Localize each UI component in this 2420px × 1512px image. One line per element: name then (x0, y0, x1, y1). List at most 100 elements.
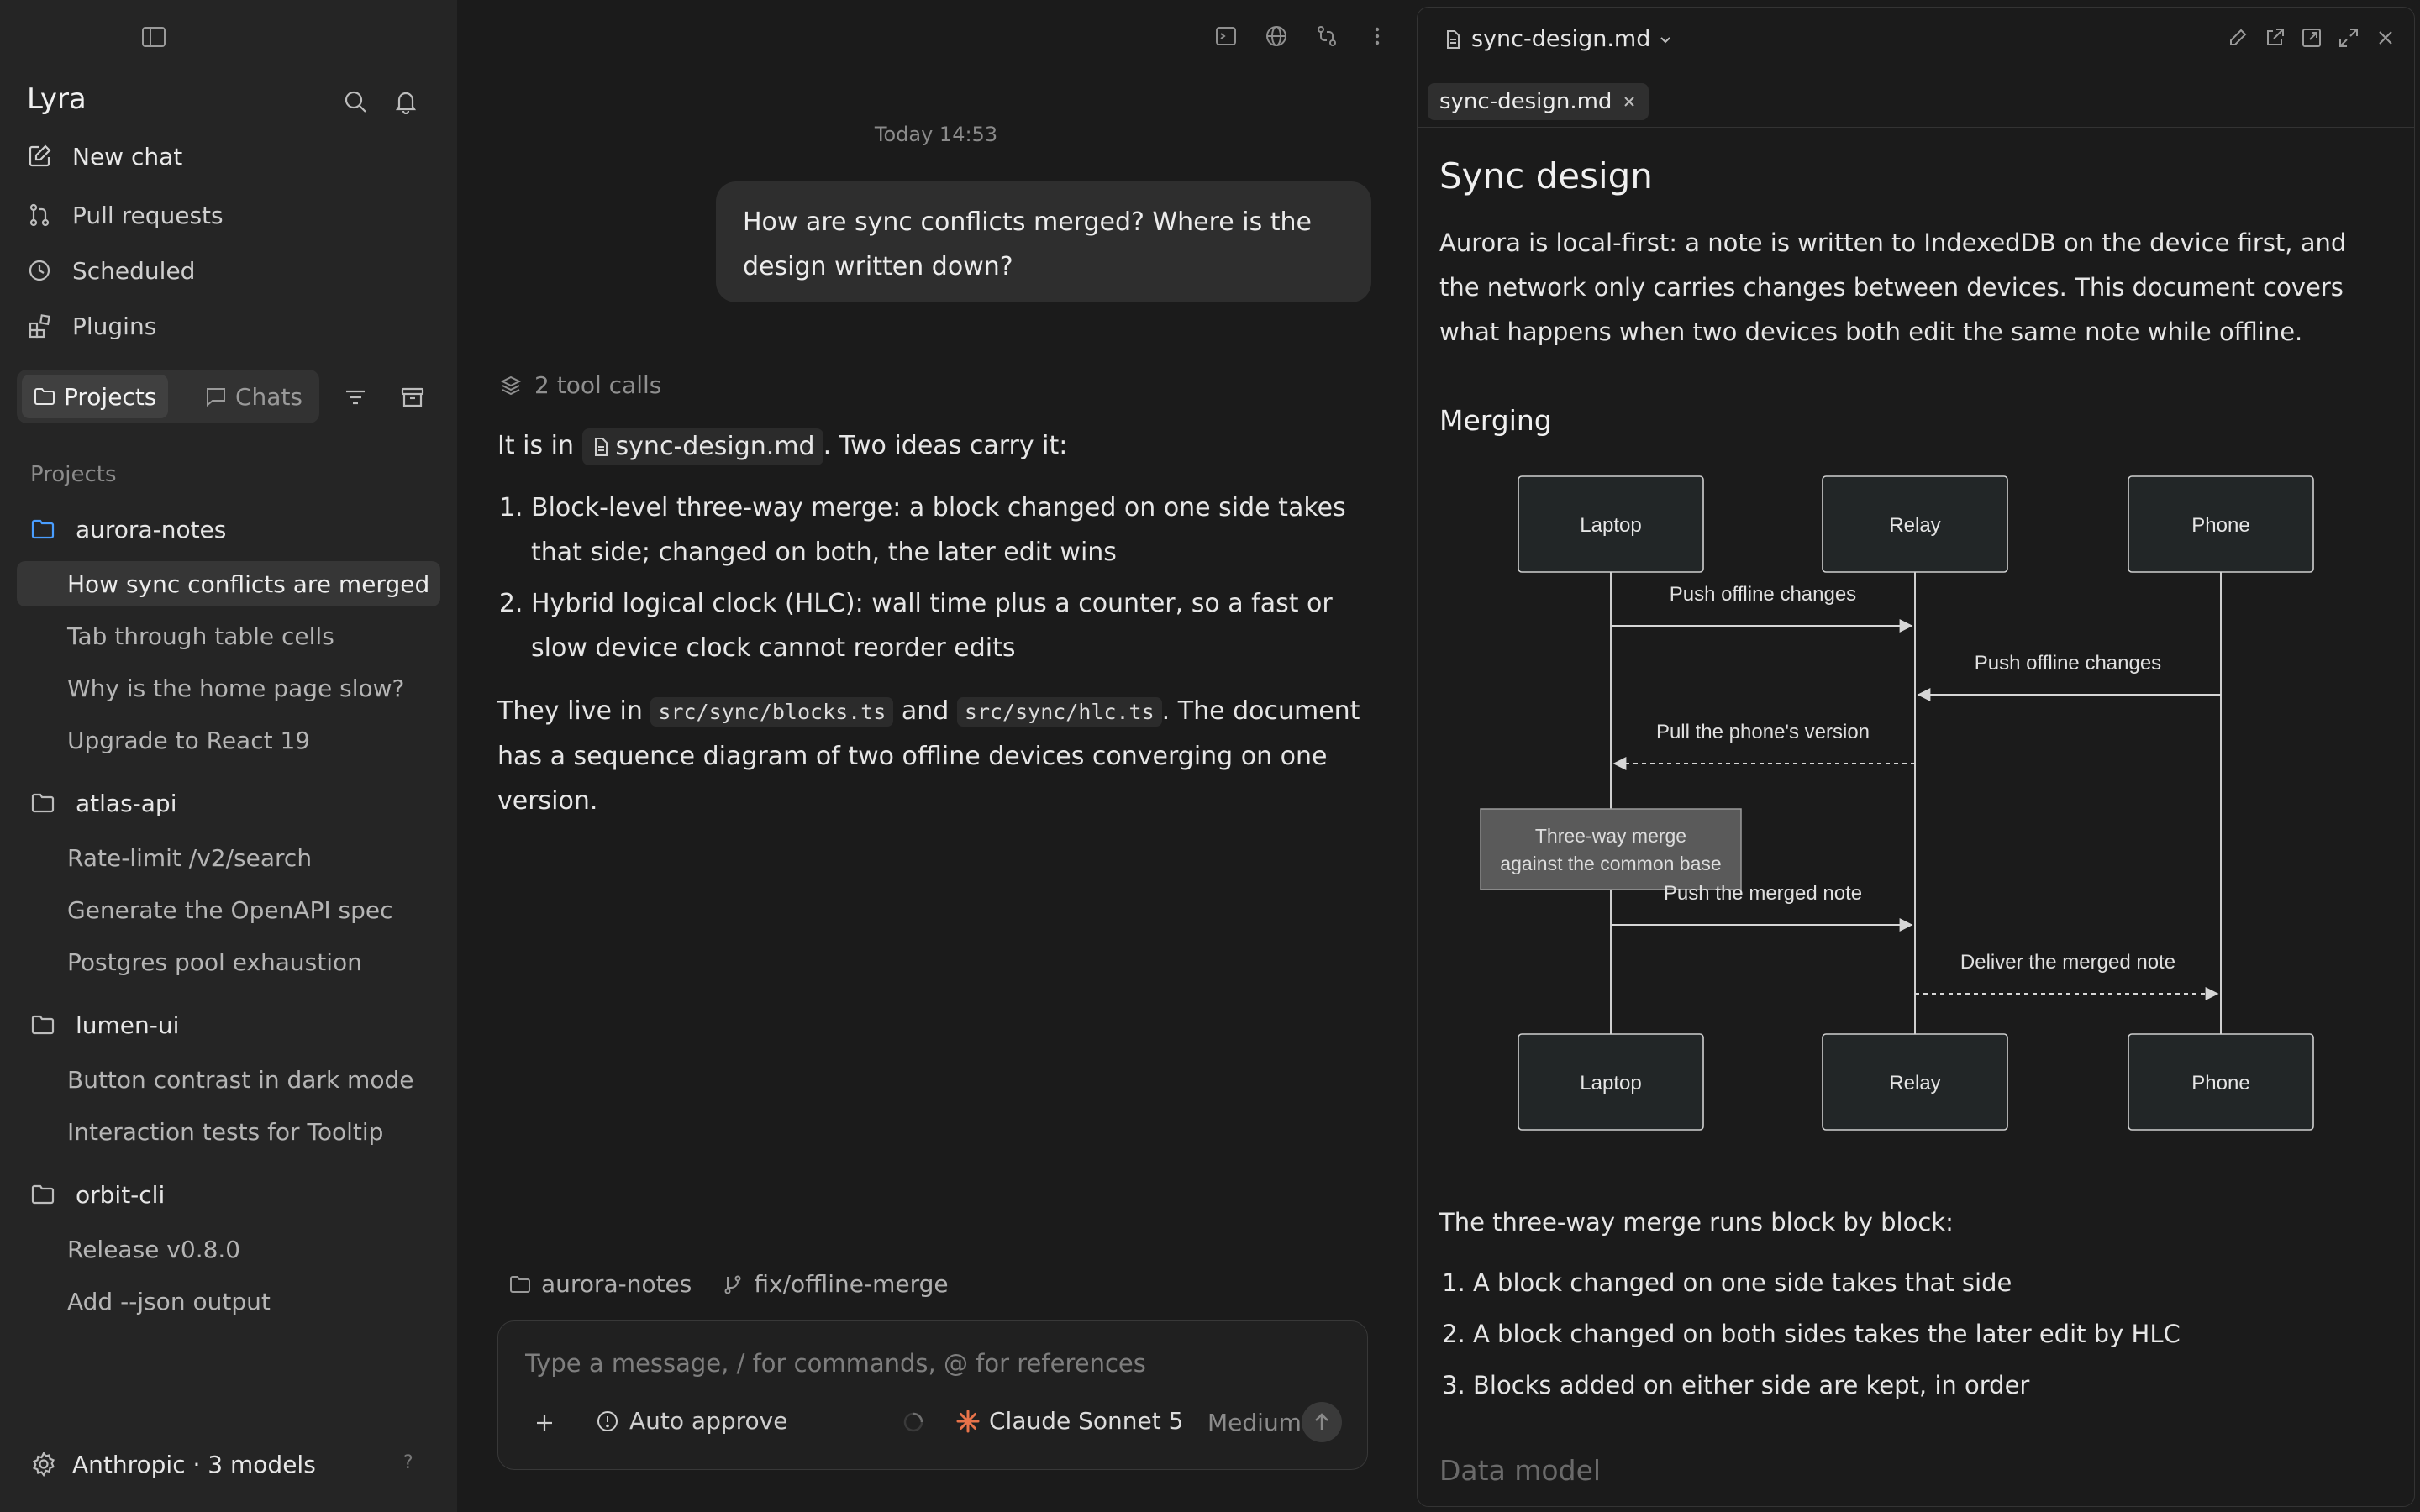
user-message: How are sync conflicts merged? Where is … (716, 181, 1371, 302)
help-button[interactable]: ? (403, 1452, 413, 1473)
chat-title: Why is the home page slow? (67, 674, 405, 702)
tool-calls-label: 2 tool calls (534, 371, 662, 399)
chat-item[interactable]: Generate the OpenAPI spec (17, 887, 440, 932)
answer-text: . Two ideas carry it: (823, 431, 1068, 460)
tab-projects[interactable]: Projects (22, 375, 169, 418)
answer-point: Hybrid logical clock (HLC): wall time pl… (531, 581, 1380, 670)
doc-title: Sync design (1439, 155, 1653, 197)
context-row: aurora-notes fix/offline-merge (509, 1270, 979, 1298)
chat-title: Tab through table cells (67, 622, 334, 650)
tool-calls-toggle[interactable]: 2 tool calls (499, 371, 661, 399)
file-reference-chip[interactable]: sync-design.md (581, 428, 823, 465)
file-icon (591, 437, 611, 457)
file-icon (1443, 29, 1463, 50)
folder-icon (509, 1273, 531, 1295)
code-path: src/sync/hlc.ts (956, 697, 1162, 727)
context-branch[interactable]: fix/offline-merge (754, 1270, 948, 1298)
code-path: src/sync/blocks.ts (650, 697, 894, 727)
note-box (1480, 808, 1742, 890)
git-compare-icon[interactable] (1314, 24, 1339, 49)
sidebar: Lyra New chat Pull requests Scheduled Pl… (0, 0, 457, 1512)
send-button[interactable] (1302, 1402, 1342, 1442)
chat-item[interactable]: Tab through table cells (17, 613, 440, 659)
message-label: Deliver the merged note (1960, 951, 2175, 974)
answer-text: It is in (497, 431, 574, 460)
auto-approve-label: Auto approve (629, 1407, 788, 1435)
chat-item[interactable]: Why is the home page slow? (17, 665, 440, 711)
chat-item[interactable]: Add --json output (17, 1278, 440, 1324)
doc-merge-rule: Blocks added on either side are kept, in… (1473, 1360, 2381, 1411)
model-selector[interactable]: Claude Sonnet 5 (955, 1407, 1183, 1435)
close-tab-icon[interactable] (1622, 94, 1637, 109)
filter-icon[interactable] (343, 385, 368, 410)
project-name: orbit-cli (76, 1180, 166, 1209)
project-atlas-api[interactable]: atlas-api (30, 786, 176, 820)
layers-icon (499, 374, 523, 397)
open-external-icon[interactable] (2263, 26, 2286, 50)
pencil-icon[interactable] (2226, 26, 2249, 50)
chat-item[interactable]: Rate-limit /v2/search (17, 835, 440, 880)
chat-item[interactable]: Release v0.8.0 (17, 1226, 440, 1272)
tab-chats[interactable]: Chats (193, 375, 314, 418)
doc-intro-block: Aurora is local-first: a note is written… (1439, 221, 2381, 354)
doc-filename: sync-design.md (1471, 26, 1651, 52)
chat-title: How sync conflicts are merged (67, 570, 430, 598)
message-input[interactable] (525, 1340, 1332, 1387)
message-timestamp: Today 14:53 (874, 123, 998, 146)
expand-icon[interactable] (2337, 26, 2360, 50)
doc-merge-rules: A block changed on one side takes that s… (1439, 1257, 2381, 1411)
sidebar-toggle-icon[interactable] (141, 25, 166, 49)
chat-title: Interaction tests for Tooltip (67, 1117, 384, 1146)
more-vertical-icon[interactable] (1365, 24, 1390, 49)
project-orbit-cli[interactable]: orbit-cli (30, 1178, 165, 1211)
chat-item[interactable]: Interaction tests for Tooltip (17, 1109, 440, 1154)
close-icon[interactable] (2374, 26, 2397, 50)
nav-pull-requests[interactable]: Pull requests (27, 197, 224, 234)
doc-merge-rule: A block changed on both sides takes the … (1473, 1309, 2381, 1360)
plugins-icon (27, 313, 52, 339)
doc-section-merging: Merging (1439, 404, 2381, 437)
tab-label: Chats (235, 382, 303, 411)
context-project[interactable]: aurora-notes (541, 1270, 692, 1298)
effort-selector[interactable]: Medium (1207, 1409, 1302, 1436)
doc-merge-intro-block: The three-way merge runs block by block: (1439, 1200, 2381, 1245)
auto-approve-toggle[interactable]: Auto approve (596, 1407, 787, 1435)
nav-plugins[interactable]: Plugins (27, 307, 156, 344)
chat-item[interactable]: Postgres pool exhaustion (17, 939, 440, 984)
archive-icon[interactable] (400, 385, 425, 410)
chat-item[interactable]: Button contrast in dark mode (17, 1057, 440, 1102)
chat-item[interactable]: How sync conflicts are merged (17, 561, 440, 606)
pop-out-icon[interactable] (2300, 26, 2323, 50)
pull-request-icon (27, 202, 52, 228)
nav-scheduled[interactable]: Scheduled (27, 252, 195, 289)
answer-text: They live in (497, 696, 643, 726)
participant-label: Relay (1889, 1072, 1940, 1095)
terminal-icon[interactable] (1213, 24, 1239, 49)
doc-tab-label: sync-design.md (1439, 89, 1612, 114)
project-lumen-ui[interactable]: lumen-ui (30, 1008, 179, 1042)
folder-icon (30, 790, 55, 816)
project-aurora-notes[interactable]: aurora-notes (30, 512, 226, 546)
nav-label: Plugins (72, 312, 157, 340)
doc-heading-title: Sync design (1439, 155, 2381, 197)
plus-icon[interactable] (532, 1410, 557, 1436)
doc-title-dropdown[interactable]: sync-design.md (1443, 26, 1674, 52)
chat-item[interactable]: Upgrade to React 19 (17, 717, 440, 763)
chat-title: Button contrast in dark mode (67, 1065, 414, 1094)
participant-label: Laptop (1580, 514, 1641, 537)
gear-icon[interactable] (30, 1451, 57, 1478)
project-name: atlas-api (76, 789, 177, 817)
claude-logo-icon (955, 1409, 981, 1434)
assistant-answer-outro: They live in src/sync/blocks.ts and src/… (497, 689, 1380, 823)
doc-tab[interactable]: sync-design.md (1428, 83, 1649, 120)
participant-label: Relay (1889, 514, 1940, 537)
chat-title: Upgrade to React 19 (67, 726, 311, 754)
chat-title: Release v0.8.0 (67, 1235, 241, 1263)
provider-label[interactable]: Anthropic · 3 models (72, 1451, 316, 1478)
edit-icon (27, 144, 52, 169)
bell-icon[interactable] (393, 89, 418, 114)
sidebar-footer: Anthropic · 3 models ? (0, 1420, 457, 1512)
nav-new-chat[interactable]: New chat (27, 138, 182, 175)
globe-icon[interactable] (1264, 24, 1289, 49)
search-icon[interactable] (343, 89, 368, 114)
